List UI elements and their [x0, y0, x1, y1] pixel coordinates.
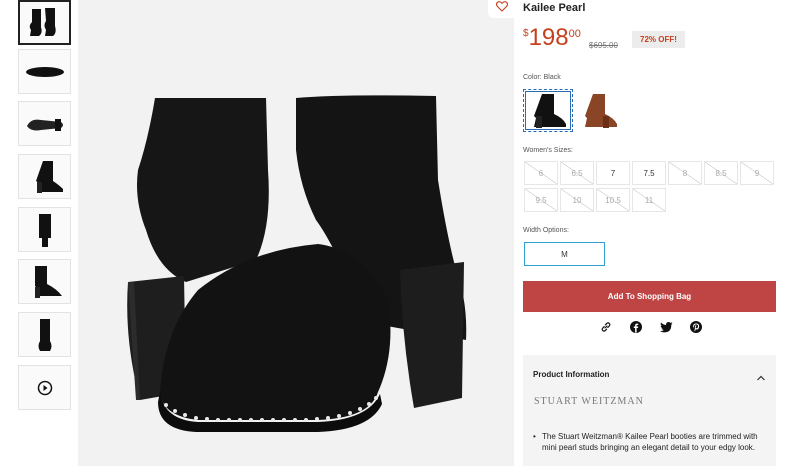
color-selected-value: Black	[543, 74, 561, 81]
size-option-10-5[interactable]: 10.5	[596, 188, 630, 212]
black-bootie-swatch-image	[534, 93, 566, 128]
chevron-up-icon[interactable]	[756, 369, 766, 387]
size-option-11[interactable]: 11	[632, 188, 666, 212]
price-cents: 00	[568, 28, 581, 40]
description-text: The Stuart Weitzman® Kailee Pearl bootie…	[542, 432, 758, 452]
width-label: Width Options:	[523, 227, 569, 234]
sizes-label: Women's Sizes:	[523, 147, 573, 154]
size-option-6-5[interactable]: 6.5	[560, 161, 594, 185]
play-icon	[37, 380, 52, 395]
brown-bootie-swatch-image	[585, 93, 617, 128]
brand-name: STUART WEITZMAN	[534, 396, 644, 407]
bullet-dot-icon: •	[533, 432, 536, 441]
discount-badge: 72% OFF!	[632, 31, 685, 48]
size-option-9-5[interactable]: 9.5	[524, 188, 558, 212]
size-option-8-5[interactable]: 8.5	[704, 161, 738, 185]
color-swatch-black[interactable]	[523, 89, 573, 132]
heart-icon	[496, 0, 508, 12]
thumbnail-pair-side[interactable]	[18, 0, 71, 45]
description-bullet: • The Stuart Weitzman® Kailee Pearl boot…	[533, 431, 769, 453]
thumbnail-back-view[interactable]	[18, 207, 71, 252]
size-option-6[interactable]: 6	[524, 161, 558, 185]
bootie-sole-image	[26, 118, 63, 131]
bootie-front-image	[38, 318, 51, 351]
product-page: Kailee Pearl $ 198 00 $695.00 72% OFF! C…	[0, 0, 800, 466]
thumbnail-side-view[interactable]	[18, 154, 71, 199]
size-option-9[interactable]: 9	[740, 161, 774, 185]
product-information-section: Product Information STUART WEITZMAN • Th…	[523, 355, 776, 466]
favorite-button[interactable]	[488, 0, 516, 18]
color-swatch-brown[interactable]	[574, 89, 624, 132]
price-whole: 198	[528, 24, 569, 51]
product-information-heading[interactable]: Product Information	[533, 370, 609, 379]
bootie-back-image	[38, 213, 51, 247]
original-price: $695.00	[589, 41, 618, 50]
bootie-angle-image	[34, 265, 62, 298]
main-product-image[interactable]	[78, 0, 514, 466]
twitter-icon[interactable]	[659, 320, 673, 334]
size-option-8[interactable]: 8	[668, 161, 702, 185]
color-label-text: Color:	[523, 74, 542, 81]
price: $ 198 00	[523, 26, 581, 50]
share-icons	[599, 320, 703, 334]
width-option-m[interactable]: M	[524, 242, 605, 266]
facebook-icon[interactable]	[629, 320, 643, 334]
link-icon[interactable]	[599, 320, 613, 334]
pinterest-icon[interactable]	[689, 320, 703, 334]
add-to-bag-button[interactable]: Add To Shopping Bag	[523, 281, 776, 312]
bootie-pair-image	[29, 7, 56, 36]
bootie-pair-large-image	[127, 95, 467, 432]
size-option-7[interactable]: 7	[596, 161, 630, 185]
size-option-10[interactable]: 10	[560, 188, 594, 212]
bootie-top-image	[25, 66, 64, 77]
thumbnail-top-view[interactable]	[18, 49, 71, 94]
thumbnail-angle-view[interactable]	[18, 259, 71, 304]
thumbnail-front-view[interactable]	[18, 312, 71, 357]
thumbnail-sole[interactable]	[18, 101, 71, 146]
color-label: Color: Black	[523, 74, 561, 81]
size-option-7-5[interactable]: 7.5	[632, 161, 666, 185]
thumbnail-video[interactable]	[18, 365, 71, 410]
bootie-side-image	[35, 160, 63, 193]
product-name: Kailee Pearl	[523, 2, 586, 14]
